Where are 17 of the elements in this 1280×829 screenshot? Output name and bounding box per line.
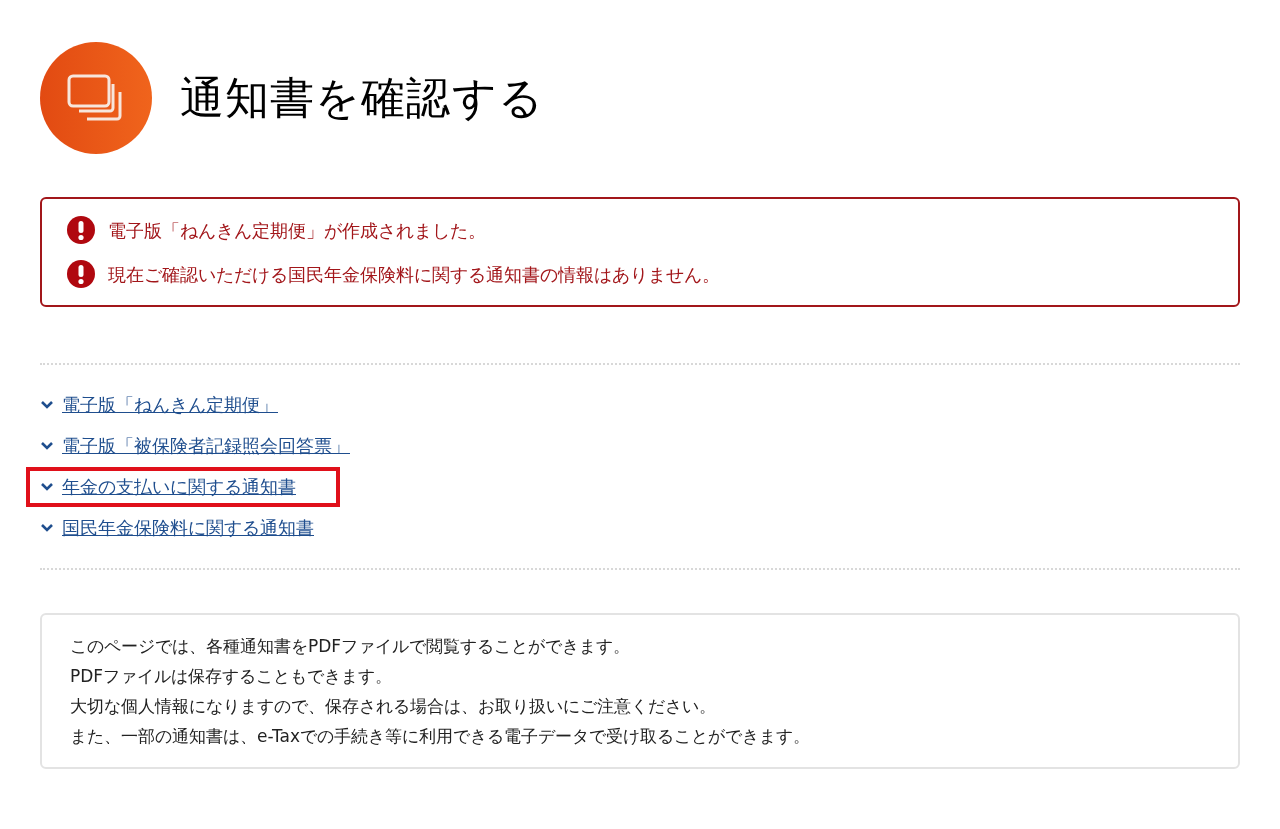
expand-link[interactable]: 電子版「ねんきん定期便」 (40, 389, 278, 421)
info-text: また、一部の通知書は、e-Taxでの手続き等に利用できる電子データで受け取ることができます。 (70, 725, 812, 748)
expand-link[interactable]: 電子版「被保険者記録照会回答票」 (40, 430, 350, 462)
alert-message: 現在ご確認いただける国民年金保険料に関する通知書の情報はありません。 (108, 262, 720, 287)
expand-link[interactable]: 国民年金保険料に関する通知書 (40, 512, 314, 544)
info-text: 大切な個人情報になりますので、保存される場合は、お取り扱いにご注意ください。 (70, 695, 717, 718)
chevron-down-icon (40, 523, 54, 533)
warning-icon (66, 215, 96, 245)
alert-message: 電子版「ねんきん定期便」が作成されました。 (108, 218, 486, 243)
chevron-down-icon (40, 482, 54, 492)
expand-link[interactable]: 年金の支払いに関する通知書 (30, 471, 336, 503)
chevron-down-icon (40, 441, 54, 451)
info-text: このページでは、各種通知書をPDFファイルで閲覧することができます。 (70, 635, 632, 658)
chevron-down-icon (40, 400, 54, 410)
warning-icon (66, 259, 96, 289)
page-title: 通知書を確認する (180, 71, 544, 125)
info-text: PDFファイルは保存することもできます。 (70, 665, 394, 688)
